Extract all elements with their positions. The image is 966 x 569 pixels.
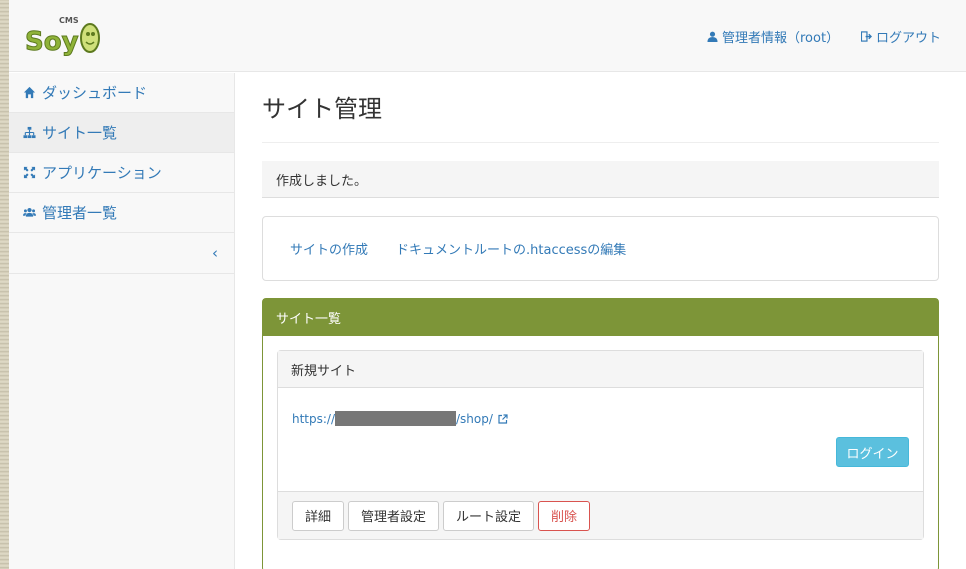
admin-info-label: 管理者情報（root） [722, 31, 840, 46]
user-icon [707, 31, 718, 42]
sidebar-item-label: サイト一覧 [42, 124, 118, 142]
window-edge [0, 0, 9, 569]
route-settings-button[interactable]: ルート設定 [443, 500, 535, 531]
site-url-link[interactable]: https:// /shop/ [292, 411, 508, 426]
svg-text:Soy: Soy [25, 27, 79, 57]
site-name: 新規サイト [291, 363, 357, 379]
admin-settings-button[interactable]: 管理者設定 [348, 500, 440, 531]
site-card-body: https:// /shop/ ログイン [278, 388, 923, 491]
delete-button[interactable]: 削除 [538, 500, 591, 531]
sidebar-collapse-button[interactable]: ‹ [9, 233, 234, 274]
sidebar-item-dashboard[interactable]: ダッシュボード [9, 73, 234, 113]
detail-button[interactable]: 詳細 [292, 500, 345, 531]
top-navbar: CMS Soy 管理者情報（root） ログアウト [9, 0, 966, 72]
sidebar-item-applications[interactable]: アプリケーション [9, 153, 234, 193]
sidebar: ダッシュボード サイト一覧 アプリケーション 管理者一覧 ‹ [9, 73, 235, 569]
site-url-prefix: https:// [292, 411, 336, 426]
site-list-panel: サイト一覧 新規サイト https:// /shop/ ログイン 詳細 管理者設… [262, 298, 939, 569]
sidebar-item-label: ダッシュボード [42, 84, 148, 102]
logout-label: ログアウト [876, 31, 942, 46]
site-card-heading: 新規サイト [278, 351, 923, 388]
alert-message: 作成しました。 [276, 173, 368, 189]
edit-htaccess-link[interactable]: ドキュメントルートの.htaccessの編集 [396, 239, 626, 258]
admin-info-link[interactable]: 管理者情報（root） [707, 27, 839, 46]
site-list-title: サイト一覧 [276, 312, 342, 327]
create-site-link[interactable]: サイトの作成 [290, 239, 368, 258]
soycms-logo[interactable]: CMS Soy [23, 12, 103, 60]
status-alert: 作成しました。 [262, 161, 939, 198]
users-icon [23, 207, 36, 217]
sitemap-icon [23, 126, 36, 139]
sidebar-item-sites[interactable]: サイト一覧 [9, 113, 234, 153]
site-list-heading: サイト一覧 [263, 299, 938, 336]
site-card: 新規サイト https:// /shop/ ログイン 詳細 管理者設定 ルート設… [277, 350, 924, 540]
site-card-footer: 詳細 管理者設定 ルート設定 削除 [278, 491, 923, 539]
sign-out-icon [861, 31, 872, 42]
site-url-suffix: /shop/ [456, 411, 493, 426]
logout-link[interactable]: ログアウト [861, 27, 941, 46]
external-link-icon [498, 413, 508, 424]
main-content: サイト管理 作成しました。 サイトの作成 ドキュメントルートの.htaccess… [262, 73, 939, 569]
chevron-left-icon: ‹ [212, 244, 218, 262]
redacted-domain [335, 411, 457, 426]
sidebar-item-label: アプリケーション [42, 164, 162, 182]
sidebar-item-admins[interactable]: 管理者一覧 [9, 193, 234, 233]
sidebar-item-label: 管理者一覧 [42, 204, 118, 222]
action-links-panel: サイトの作成 ドキュメントルートの.htaccessの編集 [262, 216, 939, 281]
arrows-icon [23, 166, 36, 179]
svg-text:CMS: CMS [59, 16, 79, 25]
home-icon [23, 86, 36, 99]
page-title: サイト管理 [262, 89, 939, 143]
login-button[interactable]: ログイン [836, 437, 909, 467]
